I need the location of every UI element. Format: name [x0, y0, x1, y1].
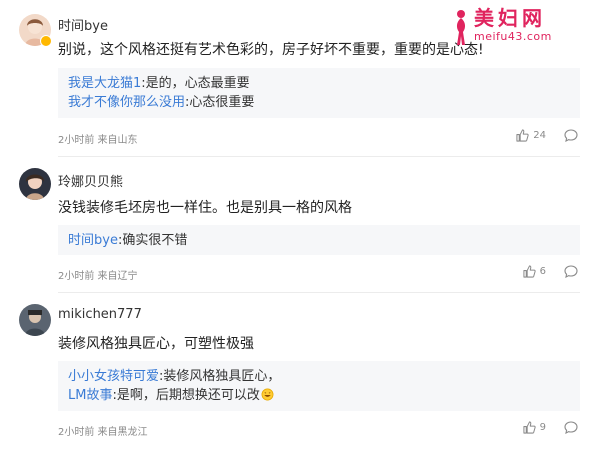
- divider: [58, 292, 580, 293]
- like-count: 9: [539, 422, 546, 433]
- username[interactable]: 时间bye: [58, 15, 108, 34]
- woman-figure-icon: [456, 10, 466, 45]
- watermark-title: 美妇网: [474, 6, 546, 30]
- laughing-emoji-icon: [261, 388, 274, 401]
- speech-bubble-icon[interactable]: [564, 129, 578, 142]
- comment-actions: 9: [523, 421, 578, 434]
- reply-line: LM故事:是啊，后期想换还可以改: [68, 386, 570, 405]
- verified-badge-icon: [40, 35, 52, 47]
- like-count: 6: [539, 266, 546, 277]
- thumbs-up-icon: [523, 421, 536, 434]
- avatar[interactable]: [19, 168, 51, 200]
- like-button[interactable]: 24: [516, 129, 546, 142]
- watermark-logo: 美妇网 meifu43.com: [452, 8, 592, 48]
- divider: [58, 156, 580, 157]
- thumbs-up-icon: [523, 265, 536, 278]
- comment-actions: 6: [523, 265, 578, 278]
- reply-username[interactable]: 小小女孩特可爱: [68, 369, 159, 384]
- thumbs-up-icon: [516, 129, 529, 142]
- reply-username[interactable]: 时间bye: [68, 233, 118, 248]
- like-button[interactable]: 6: [523, 265, 546, 278]
- comment-text: 装修风格独具匠心，可塑性极强: [58, 336, 254, 352]
- reply-line: 我是大龙猫1:是的，心态最重要: [68, 74, 570, 93]
- reply-username[interactable]: 我才不像你那么没用: [68, 95, 185, 110]
- reply-line: 时间bye:确实很不错: [68, 231, 570, 250]
- reply-text: :装修风格独具匠心，: [159, 369, 281, 384]
- reply-username[interactable]: 我是大龙猫1: [68, 76, 141, 91]
- comment-meta: 2小时前 来自山东: [58, 135, 138, 146]
- reply-text: :是啊，后期想换还可以改: [112, 388, 260, 403]
- comment-meta: 2小时前 来自辽宁: [58, 271, 138, 282]
- comment-actions: 24: [516, 129, 578, 142]
- reply-box: 时间bye:确实很不错: [58, 225, 580, 255]
- speech-bubble-icon[interactable]: [564, 265, 578, 278]
- comment-meta: 2小时前 来自黑龙江: [58, 427, 148, 438]
- like-button[interactable]: 9: [523, 421, 546, 434]
- reply-box: 我是大龙猫1:是的，心态最重要 我才不像你那么没用:心态很重要: [58, 68, 580, 118]
- comment-text: 别说，这个风格还挺有艺术色彩的，房子好坏不重要，重要的是心态!: [58, 42, 484, 58]
- like-count: 24: [533, 130, 546, 141]
- reply-line: 小小女孩特可爱:装修风格独具匠心，: [68, 367, 570, 386]
- username[interactable]: 玲娜贝贝熊: [58, 171, 123, 190]
- reply-text: :是的，心态最重要: [141, 76, 250, 91]
- comment-text: 没钱装修毛坯房也一样住。也是别具一格的风格: [58, 200, 352, 216]
- username[interactable]: mikichen777: [58, 307, 142, 322]
- avatar[interactable]: [19, 304, 51, 336]
- speech-bubble-icon[interactable]: [564, 421, 578, 434]
- reply-line: 我才不像你那么没用:心态很重要: [68, 93, 570, 112]
- reply-username[interactable]: LM故事: [68, 388, 112, 403]
- reply-text: :心态很重要: [185, 95, 255, 110]
- reply-box: 小小女孩特可爱:装修风格独具匠心， LM故事:是啊，后期想换还可以改: [58, 361, 580, 411]
- reply-text: :确实很不错: [117, 233, 188, 248]
- watermark-url: meifu43.com: [474, 30, 552, 43]
